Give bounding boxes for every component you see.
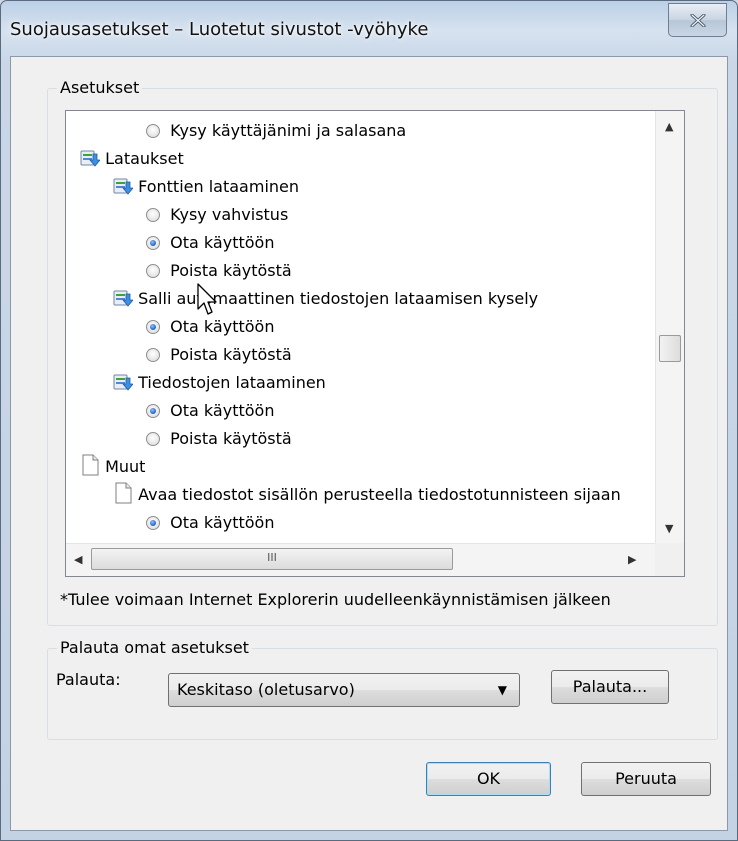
settings-download-icon	[113, 176, 134, 204]
radio-button[interactable]	[146, 208, 160, 222]
radio-button[interactable]	[146, 432, 160, 446]
tree-radio-option[interactable]: Kysy käyttäjänimi ja salasana	[146, 118, 406, 144]
window-title: Suojausasetukset – Luotetut sivustot -vy…	[10, 19, 429, 40]
scroll-grip: III	[267, 551, 277, 564]
cancel-button[interactable]: Peruuta	[581, 762, 711, 796]
tree-radio-option[interactable]: Ota käyttöön	[146, 314, 274, 340]
scroll-up-icon[interactable]: ▲	[665, 121, 673, 133]
horizontal-scroll-thumb[interactable]: III	[91, 548, 453, 570]
tree-item-label: Fonttien lataaminen	[138, 177, 300, 196]
tree-item-label: Ota käyttöön	[170, 317, 275, 336]
mouse-cursor-icon	[197, 283, 217, 315]
title-bar[interactable]: Suojausasetukset – Luotetut sivustot -vy…	[1, 1, 737, 57]
tree-category[interactable]: Tiedostojen lataaminen	[113, 370, 326, 396]
scroll-right-icon[interactable]: ▶	[628, 554, 636, 566]
tree-radio-option[interactable]: Kysy vahvistus	[146, 202, 288, 228]
tree-item-label: Tiedostojen lataaminen	[138, 373, 326, 392]
settings-group-label: Asetukset	[57, 77, 143, 99]
reset-group-label: Palauta omat asetukset	[57, 637, 252, 659]
restart-note: *Tulee voimaan Internet Explorerin uudel…	[60, 590, 611, 609]
tree-radio-option[interactable]: Poista käytöstä	[146, 426, 292, 452]
radio-button[interactable]	[146, 236, 160, 250]
tree-item-label: Muut	[105, 457, 146, 476]
radio-button[interactable]	[146, 264, 160, 278]
tree-item-label: Ota käyttöön	[170, 513, 275, 532]
chevron-down-icon: ▼	[497, 683, 507, 697]
tree-radio-option[interactable]: Poista käytöstä	[146, 258, 292, 284]
radio-button[interactable]	[146, 320, 160, 334]
ok-button[interactable]: OK	[426, 762, 551, 796]
tree-item-label: Ota käyttöön	[170, 401, 275, 420]
radio-button[interactable]	[146, 516, 160, 530]
close-button[interactable]	[668, 3, 727, 37]
tree-item-label: Kysy käyttäjänimi ja salasana	[170, 121, 407, 140]
radio-button[interactable]	[146, 124, 160, 138]
document-icon	[113, 482, 133, 512]
tree-radio-option[interactable]: Ota käyttöön	[146, 230, 274, 256]
tree-radio-option[interactable]: Poista käytöstä	[146, 342, 292, 368]
reset-level-select[interactable]: Keskitaso (oletusarvo) ▼	[168, 673, 520, 707]
tree-item-label: Poista käytöstä	[170, 261, 292, 280]
vertical-scrollbar[interactable]: ▲ ▼	[655, 111, 684, 543]
reset-button[interactable]: Palauta...	[551, 670, 669, 704]
tree-category[interactable]: Salli automaattinen tiedostojen lataamis…	[113, 286, 538, 312]
radio-button[interactable]	[146, 404, 160, 418]
scroll-down-icon[interactable]: ▼	[665, 523, 673, 535]
tree-category[interactable]: Muut	[80, 454, 145, 480]
scrollbar-corner	[655, 543, 684, 576]
tree-item-label: Kysy vahvistus	[170, 205, 289, 224]
tree-item-label: Ota käyttöön	[170, 233, 275, 252]
tree-category[interactable]: Avaa tiedostot sisällön perusteella tied…	[113, 482, 621, 508]
settings-download-icon	[80, 148, 101, 176]
tree-radio-option[interactable]: Ota käyttöön	[146, 398, 274, 424]
reset-level-value: Keskitaso (oletusarvo)	[177, 680, 355, 699]
tree-radio-option[interactable]: Ota käyttöön	[146, 510, 274, 536]
scroll-left-icon[interactable]: ◀	[74, 554, 82, 566]
tree-item-label: Poista käytöstä	[170, 429, 292, 448]
settings-download-icon	[113, 288, 134, 316]
settings-tree[interactable]: Kysy käyttäjänimi ja salasana Lataukset …	[65, 110, 685, 577]
close-icon	[690, 14, 706, 27]
tree-item-label: Avaa tiedostot sisällön perusteella tied…	[138, 485, 621, 504]
tree-category[interactable]: Lataukset	[80, 146, 184, 172]
settings-download-icon	[113, 372, 134, 400]
reset-to-label: Palauta:	[56, 670, 121, 689]
tree-item-label: Poista käytöstä	[170, 345, 292, 364]
vertical-scroll-thumb[interactable]	[659, 335, 681, 362]
tree-category[interactable]: Fonttien lataaminen	[113, 174, 299, 200]
horizontal-scrollbar[interactable]: ◀ III ▶	[66, 543, 656, 576]
radio-button[interactable]	[146, 348, 160, 362]
document-icon	[80, 454, 100, 484]
tree-item-label: Lataukset	[105, 149, 184, 168]
